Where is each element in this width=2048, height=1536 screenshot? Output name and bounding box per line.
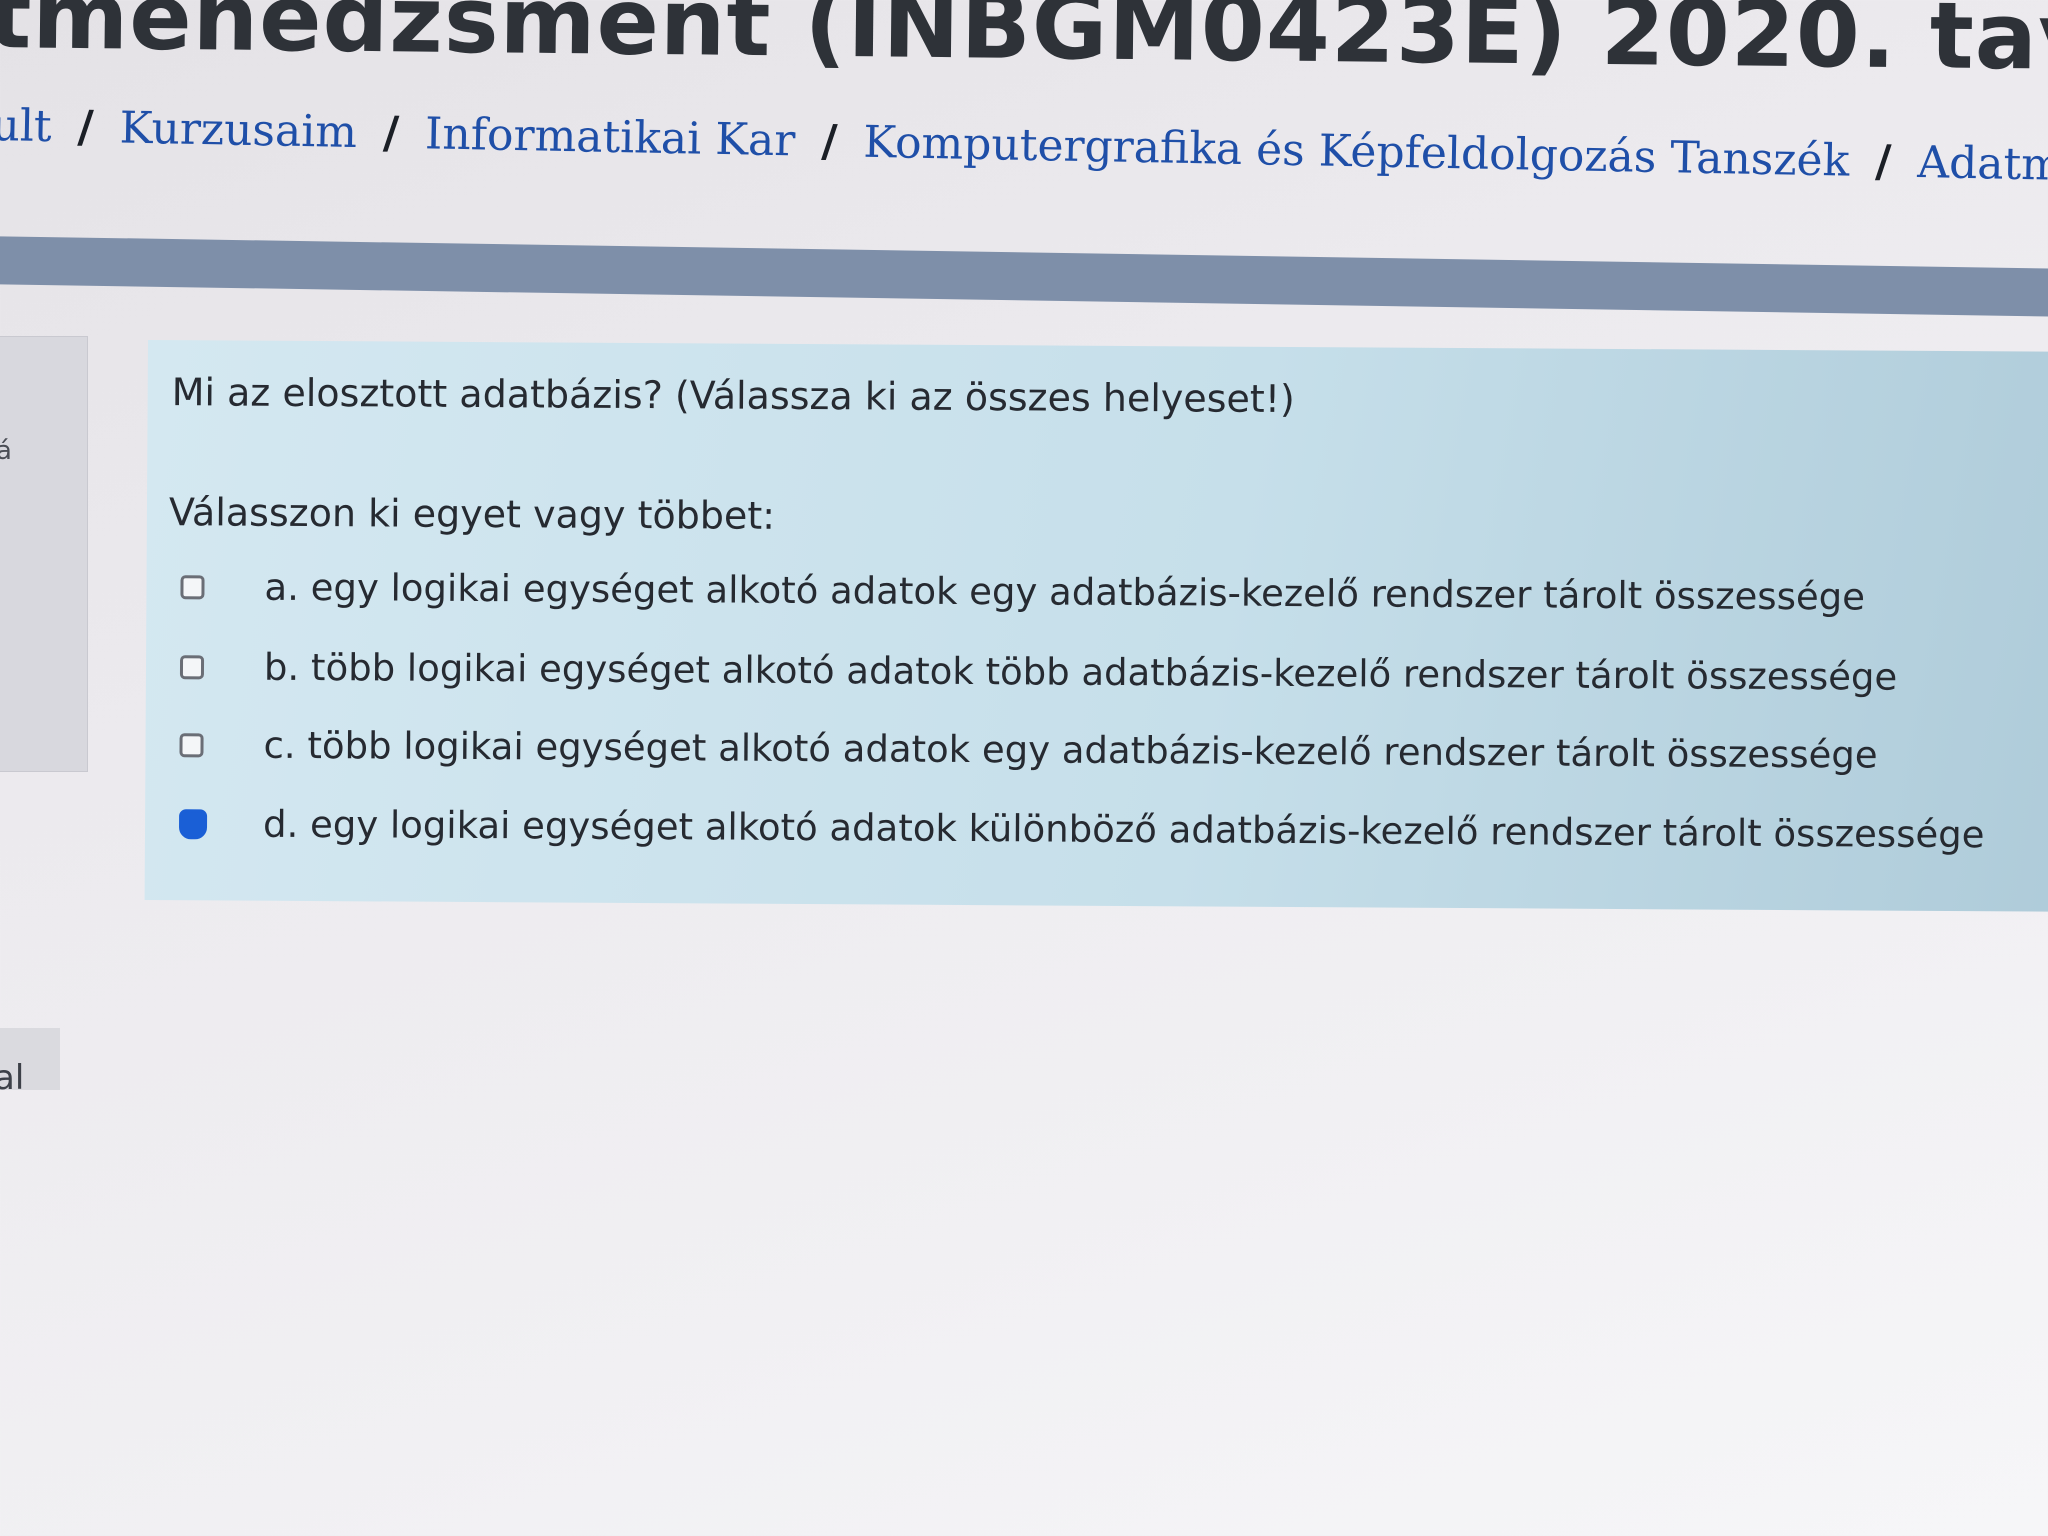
- header-bar: [0, 236, 2048, 318]
- page-title: tmenedzsment (INBGM0423E) 2020. tavasz: [0, 0, 2048, 93]
- option-b-label: b. több logikai egységet alkotó adatok t…: [263, 645, 1898, 699]
- option-a-checkbox[interactable]: [180, 574, 205, 599]
- breadcrumb-item-informatikai-kar[interactable]: Informatikai Kar: [425, 108, 796, 166]
- breadcrumb-separator: /: [1874, 136, 1892, 188]
- breadcrumb-separator: /: [382, 107, 400, 159]
- question-box: Mi az elosztott adatbázis? (Válassza ki …: [144, 340, 2048, 912]
- breadcrumb-separator: /: [820, 115, 838, 168]
- option-b[interactable]: b. több logikai egységet alkotó adatok t…: [179, 645, 1898, 699]
- option-c[interactable]: c. több logikai egységet alkotó adatok e…: [179, 723, 1878, 777]
- option-b-checkbox[interactable]: [179, 654, 205, 679]
- option-c-checkbox[interactable]: [179, 732, 204, 757]
- breadcrumb-item-course[interactable]: Adatmenedzsment (I: [1917, 137, 2048, 197]
- breadcrumb-item-tanszek[interactable]: Komputergrafika és Képfeldolgozás Tanszé…: [863, 117, 1850, 187]
- question-text: Mi az elosztott adatbázis? (Válassza ki …: [171, 370, 1295, 422]
- breadcrumb-item-ult[interactable]: ult: [0, 100, 52, 152]
- option-a-label: a. egy logikai egységet alkotó adatok eg…: [264, 565, 1866, 619]
- quiz-info-panel: [0, 336, 88, 772]
- answer-prompt: Válasszon ki egyet vagy többet:: [168, 490, 776, 538]
- option-d[interactable]: d. egy logikai egységet alkotó adatok kü…: [178, 802, 1985, 857]
- breadcrumb-item-kurzusaim[interactable]: Kurzusaim: [119, 102, 357, 158]
- breadcrumb-separator: /: [77, 101, 95, 153]
- breadcrumb: ult / Kurzusaim / Informatikai Kar / Komputerg…: [0, 100, 2048, 197]
- flag-question-label: al: [0, 1058, 25, 1098]
- option-a[interactable]: a. egy logikai egységet alkotó adatok eg…: [180, 565, 1865, 618]
- option-d-checkbox[interactable]: [178, 808, 208, 839]
- quiz-info-fragment: á: [0, 436, 12, 466]
- option-c-label: c. több logikai egységet alkotó adatok e…: [263, 723, 1878, 777]
- option-d-label: d. egy logikai egységet alkotó adatok kü…: [262, 802, 1985, 857]
